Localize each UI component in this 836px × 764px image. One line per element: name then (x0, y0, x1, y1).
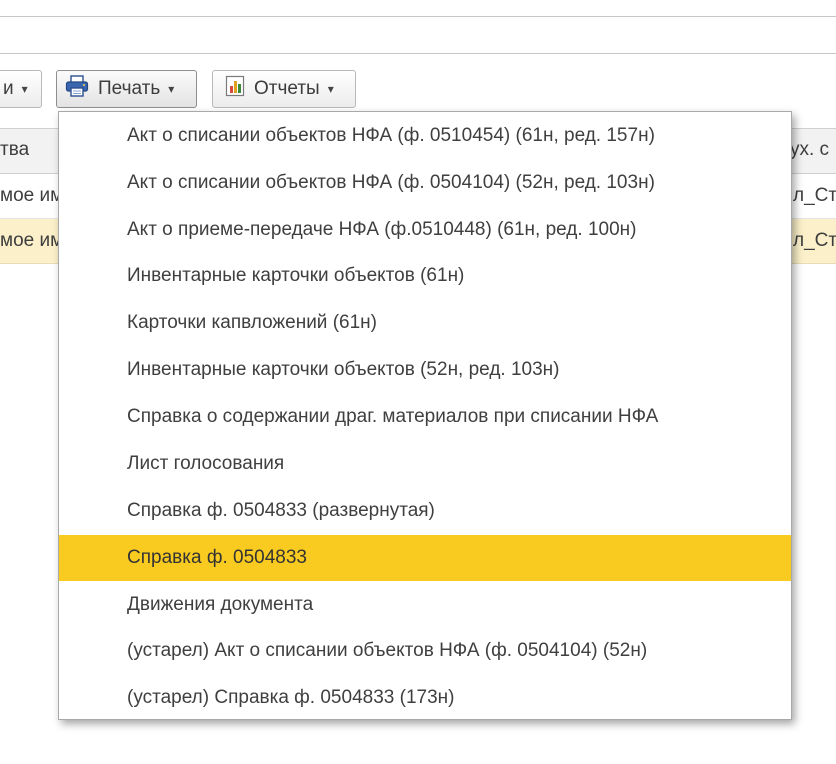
reports-button-label: Отчеты (254, 78, 320, 99)
app-window: и ▾ Печать ▾ Отчеты ▾ тва ух. с мое им л… (0, 0, 836, 764)
print-button-label: Печать (98, 78, 161, 99)
menu-item[interactable]: Акт о списании объектов НФА (ф. 0510454)… (59, 113, 791, 159)
chevron-down-icon: ▾ (168, 82, 175, 96)
menu-item[interactable]: Карточки капвложений (61н) (59, 300, 791, 346)
more-actions-label: и (3, 78, 14, 99)
chevron-down-icon: ▾ (327, 82, 334, 96)
menu-item[interactable]: Справка ф. 0504833 (развернутая) (59, 488, 791, 534)
printer-icon (65, 75, 89, 103)
menu-item[interactable]: Акт о приеме-передаче НФА (ф.0510448) (6… (59, 207, 791, 253)
menu-item[interactable]: Инвентарные карточки объектов (52н, ред.… (59, 347, 791, 393)
more-actions-button[interactable]: и ▾ (0, 70, 42, 108)
menu-item[interactable]: Инвентарные карточки объектов (61н) (59, 253, 791, 299)
menu-item[interactable]: Справка о содержании драг. материалов пр… (59, 394, 791, 440)
reports-button[interactable]: Отчеты ▾ (212, 70, 356, 108)
table-cell-right: л_Ст (793, 185, 836, 206)
top-divider (0, 16, 836, 17)
menu-item[interactable]: Акт о списании объектов НФА (ф. 0504104)… (59, 160, 791, 206)
print-menu: Акт о списании объектов НФА (ф. 0510454)… (58, 111, 792, 720)
column-header-left: тва (0, 139, 30, 160)
table-cell-left: мое им (0, 230, 64, 251)
table-cell-right: л_Ст (793, 230, 836, 251)
report-chart-icon (225, 75, 245, 103)
table-cell-left: мое им (0, 185, 64, 206)
menu-item[interactable]: Лист голосования (59, 441, 791, 487)
column-header-right: ух. с (790, 139, 830, 160)
menu-item[interactable]: Движения документа (59, 582, 791, 628)
toolbar-divider (0, 53, 836, 54)
print-button[interactable]: Печать ▾ (56, 70, 197, 108)
menu-item[interactable]: (устарел) Справка ф. 0504833 (173н) (59, 675, 791, 721)
menu-item[interactable]: (устарел) Акт о списании объектов НФА (ф… (59, 628, 791, 674)
chevron-down-icon: ▾ (21, 82, 28, 96)
menu-item-selected[interactable]: Справка ф. 0504833 (59, 535, 791, 581)
